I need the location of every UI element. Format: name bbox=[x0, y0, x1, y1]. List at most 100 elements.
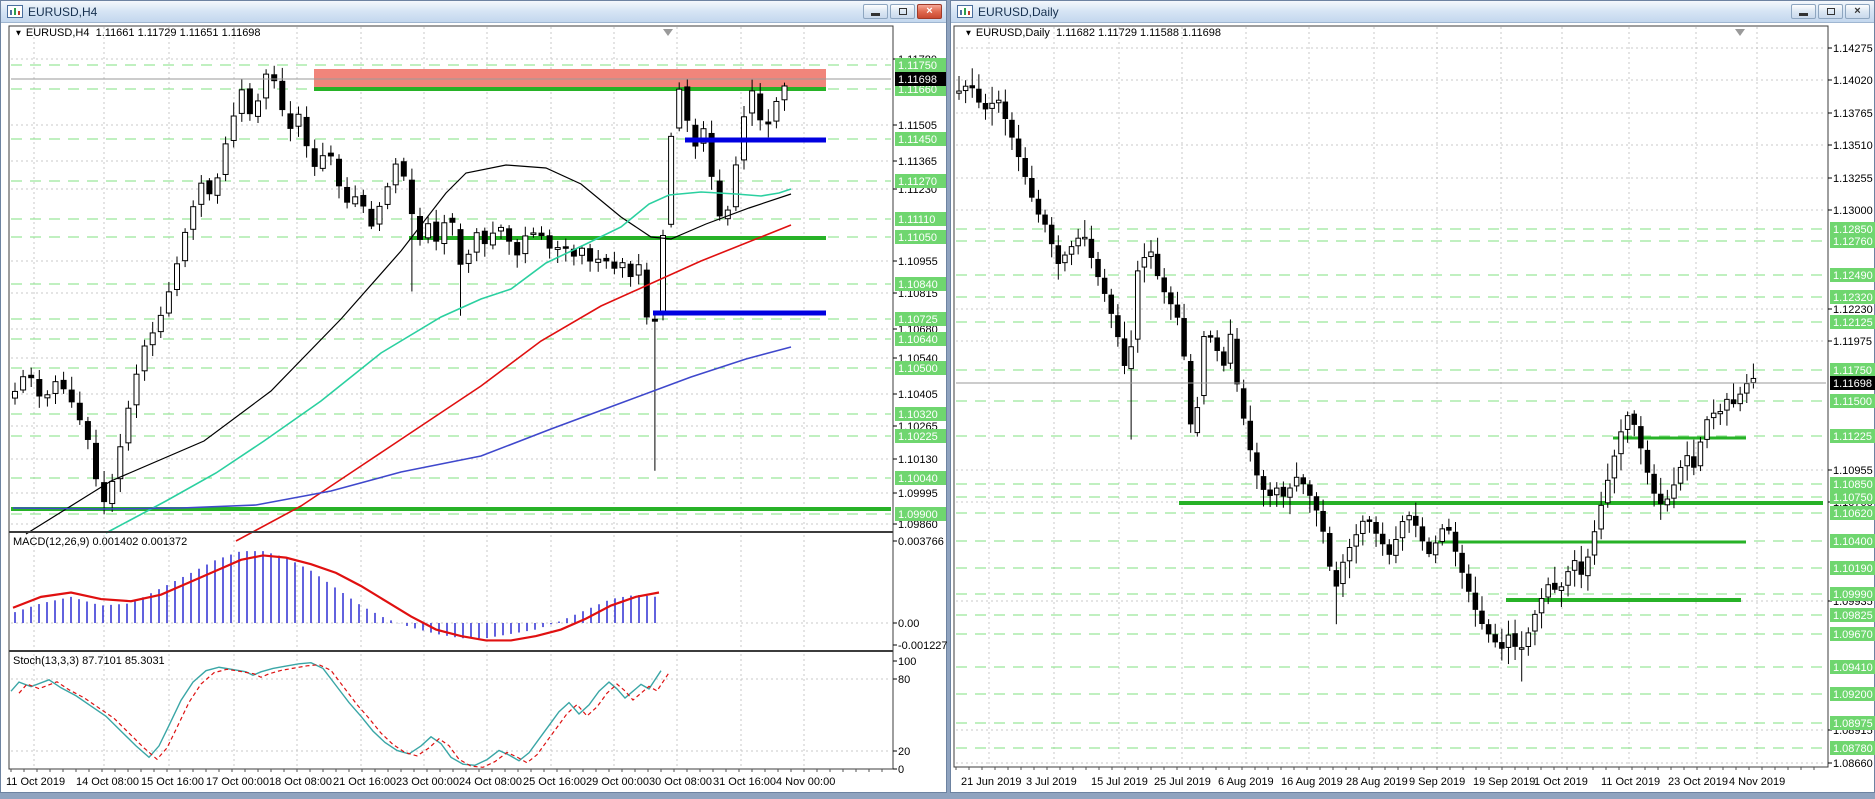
candle-body bbox=[295, 113, 302, 127]
candle-body bbox=[1373, 521, 1379, 534]
candle-body bbox=[619, 262, 626, 269]
candle-body bbox=[1419, 526, 1426, 542]
macd-axis-label: -0.001227 bbox=[898, 640, 948, 652]
candle-body bbox=[1128, 346, 1134, 370]
candle-body bbox=[1651, 473, 1657, 494]
titlebar-h4[interactable]: EURUSD,H4 × bbox=[1, 1, 946, 23]
candle-body bbox=[1512, 633, 1518, 647]
time-label: 15 Jul 2019 bbox=[1091, 776, 1148, 788]
candle-body bbox=[1194, 407, 1201, 434]
candle-body bbox=[1360, 520, 1366, 534]
restore-icon bbox=[1826, 8, 1835, 15]
current-price-label: 1.11698 bbox=[1833, 378, 1872, 390]
time-label: 21 Oct 16:00 bbox=[333, 776, 396, 788]
price-label-green: 1.08975 bbox=[1833, 718, 1873, 730]
candle-body bbox=[1393, 538, 1399, 556]
candle-body bbox=[684, 86, 691, 121]
candle-body bbox=[1353, 534, 1359, 547]
candle-body bbox=[206, 180, 213, 195]
candle-body bbox=[724, 209, 731, 220]
candle-body bbox=[1326, 533, 1333, 567]
chart-canvas-daily[interactable]: 1.14275 1.14020 1.13765 1.13510 1.13255 1.130… bbox=[951, 24, 1875, 794]
candle-body bbox=[52, 381, 59, 394]
close-button[interactable]: × bbox=[917, 4, 942, 19]
restore-button[interactable] bbox=[1818, 4, 1843, 19]
time-label: 3 Jul 2019 bbox=[1026, 776, 1077, 788]
time-axis[interactable]: 11 Oct 2019 14 Oct 08:00 15 Oct 16:00 17 Oc… bbox=[6, 769, 883, 788]
chart-window-icon bbox=[7, 5, 23, 18]
candle-body bbox=[716, 180, 723, 217]
candle-body bbox=[1737, 393, 1743, 405]
candle-body bbox=[1631, 413, 1637, 425]
price-label-green: 1.10225 bbox=[898, 431, 938, 443]
symbol-dropdown-icon[interactable]: ▼ bbox=[964, 29, 972, 38]
candle-body bbox=[36, 379, 43, 397]
candle-body bbox=[44, 394, 51, 399]
time-label: 23 Oct 2019 bbox=[1668, 776, 1728, 788]
h4-chart-svg[interactable]: 1.117801.115051.113651.112301.109551.108… bbox=[1, 24, 948, 794]
candle-body bbox=[1260, 476, 1267, 490]
candle-body bbox=[457, 229, 464, 265]
candle-body bbox=[1624, 415, 1631, 430]
minimize-button[interactable] bbox=[1791, 4, 1816, 19]
candle-body bbox=[1744, 383, 1750, 394]
candle-body bbox=[1664, 498, 1671, 506]
candle-body bbox=[336, 158, 342, 187]
candle-body bbox=[1035, 198, 1042, 215]
chart-window-eurusd-daily: EURUSD,Daily × 1.14275 1.14020 1.13765 1.13… bbox=[950, 0, 1875, 793]
price-label: 1.12230 bbox=[1833, 304, 1873, 316]
chart-legend-h4: ▼ EURUSD,H4 1.11661 1.11729 1.11651 1.116… bbox=[13, 27, 260, 39]
candle-body bbox=[1247, 420, 1254, 451]
chart-canvas-h4[interactable]: 1.117801.115051.113651.112301.109551.108… bbox=[1, 24, 948, 794]
candle-body bbox=[125, 407, 132, 444]
candle-body bbox=[579, 247, 585, 256]
candle-body bbox=[1697, 441, 1704, 467]
candle-body bbox=[384, 186, 391, 205]
price-label-green: 1.11110 bbox=[898, 214, 935, 226]
price-label-green: 1.09825 bbox=[1833, 610, 1873, 622]
stoch-axis-label: 100 bbox=[898, 656, 916, 668]
candle-body bbox=[1042, 214, 1048, 225]
candle-body bbox=[255, 100, 261, 117]
time-label: 29 Oct 00:00 bbox=[586, 776, 649, 788]
candles-group bbox=[12, 65, 788, 515]
close-button[interactable]: × bbox=[1845, 4, 1870, 19]
candle-body bbox=[392, 163, 399, 186]
symbol-dropdown-icon[interactable]: ▼ bbox=[14, 29, 22, 38]
candle-body bbox=[1154, 253, 1161, 277]
candle-body bbox=[368, 208, 375, 227]
price-axis[interactable]: 1.14275 1.14020 1.13765 1.13510 1.13255 1.130… bbox=[1828, 43, 1875, 770]
price-label-green: 1.11050 bbox=[898, 232, 937, 244]
time-label: 19 Sep 2019 bbox=[1473, 776, 1535, 788]
restore-button[interactable] bbox=[890, 4, 915, 19]
candle-body bbox=[1366, 519, 1373, 522]
candle-body bbox=[1015, 138, 1022, 158]
time-label: 17 Oct 00:00 bbox=[206, 776, 269, 788]
candle-body bbox=[627, 263, 634, 278]
candle-body bbox=[214, 177, 221, 196]
time-axis[interactable]: 21 Jun 2019 3 Jul 2019 15 Jul 2019 25 Jul 2… bbox=[955, 767, 1815, 788]
titlebar-daily[interactable]: EURUSD,Daily × bbox=[951, 1, 1874, 23]
candle-body bbox=[1293, 476, 1300, 487]
candle-body bbox=[1148, 251, 1154, 258]
time-label: 31 Oct 16:00 bbox=[713, 776, 776, 788]
candle-body bbox=[1591, 531, 1598, 556]
daily-chart-svg[interactable]: 1.14275 1.14020 1.13765 1.13510 1.13255 1.130… bbox=[951, 24, 1875, 794]
candle-body bbox=[465, 253, 472, 264]
price-axis[interactable]: 1.117801.115051.113651.112301.109551.108… bbox=[893, 54, 948, 776]
candle-body bbox=[109, 480, 116, 505]
candle-body bbox=[1108, 294, 1115, 314]
price-label-green: 1.10840 bbox=[898, 279, 938, 291]
moving-average-teal bbox=[105, 188, 792, 534]
candle-body bbox=[319, 155, 326, 169]
candle-body bbox=[1538, 598, 1545, 614]
candle-body bbox=[84, 421, 91, 440]
minimize-button[interactable] bbox=[863, 4, 888, 19]
macd-label: MACD(12,26,9) 0.001402 0.001372 bbox=[13, 536, 188, 548]
candle-body bbox=[376, 205, 383, 225]
candle-body bbox=[360, 194, 367, 207]
candle-body bbox=[1750, 377, 1757, 384]
price-label-green: 1.12320 bbox=[1833, 292, 1873, 304]
price-label-green: 1.10320 bbox=[898, 409, 938, 421]
candle-body bbox=[976, 88, 982, 103]
